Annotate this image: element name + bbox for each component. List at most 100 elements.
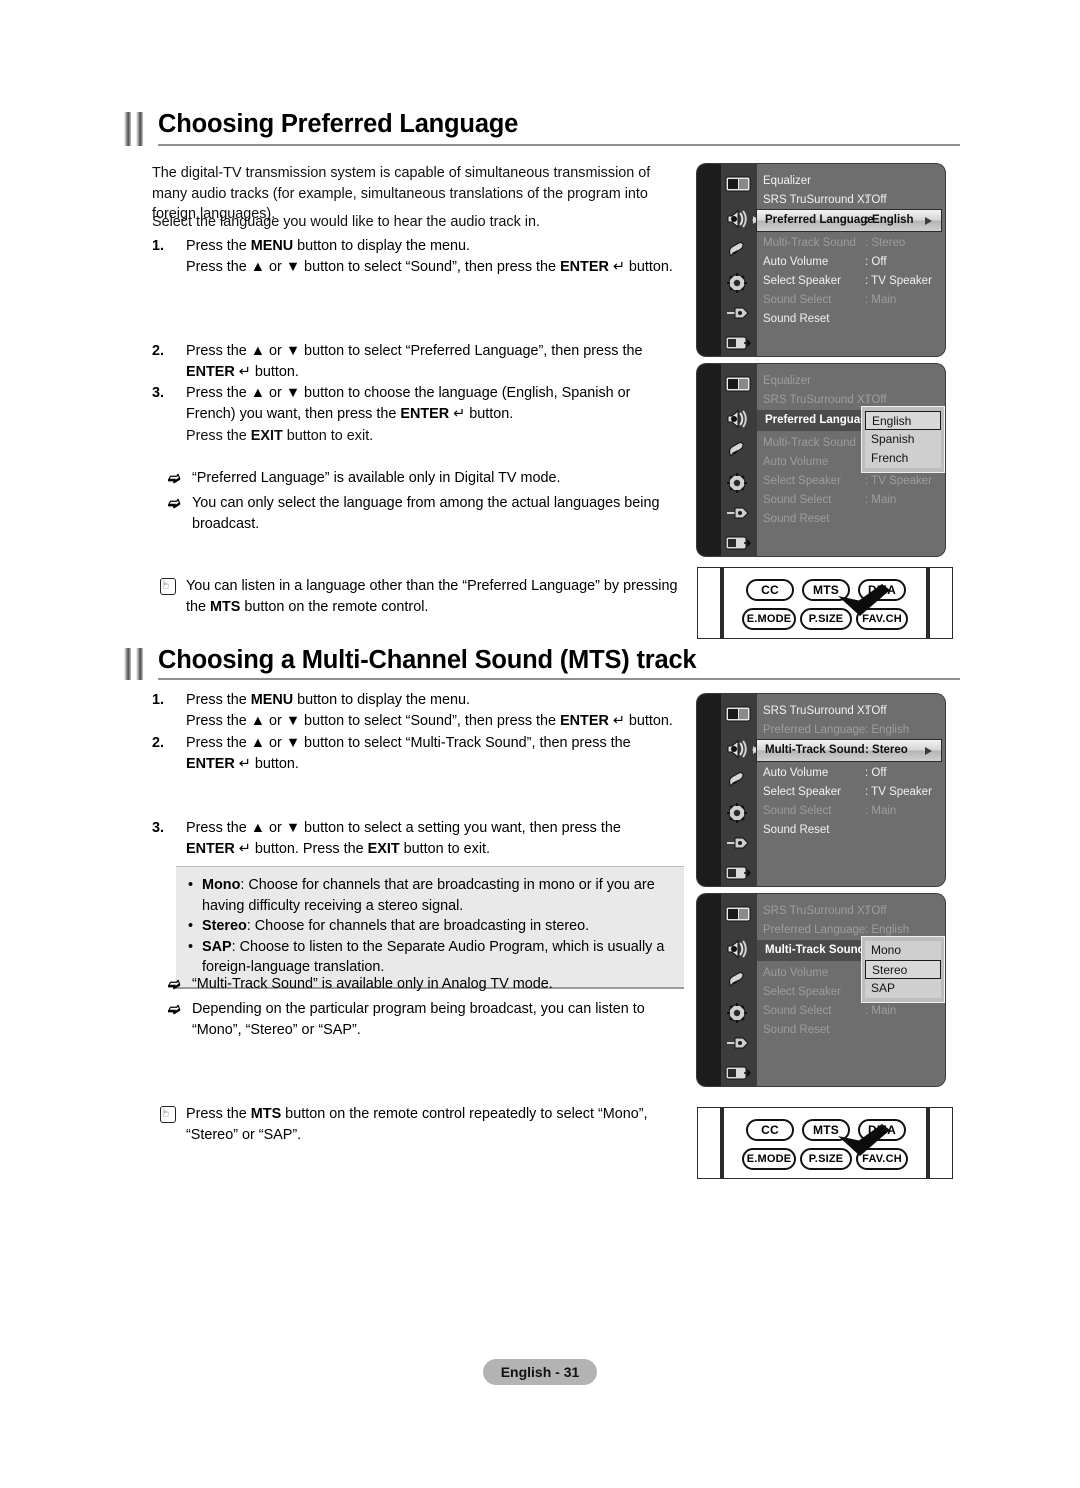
step-3-exit-line: Press the EXIT button to exit. [186,428,374,444]
language-dropdown[interactable]: English Spanish French [861,406,945,473]
osd-row[interactable]: Auto Volume : Off [757,253,945,271]
picture-icon[interactable] [725,176,753,198]
osd-row[interactable]: Equalizer [757,172,945,190]
remote-button-emode[interactable]: E.MODE [742,1148,796,1170]
osd-row[interactable]: Select Speaker : TV Speaker [757,272,945,290]
step-text: Press the ▲ or ▼ button to select “Prefe… [186,343,643,380]
step-number: 1. [152,692,165,708]
osd-rail: Sound [697,694,721,886]
remote-button-cc[interactable]: CC [746,1119,794,1141]
note-section2-2: ➫ Depending on the particular program be… [168,1001,645,1038]
dropdown-option-spanish[interactable]: Spanish [865,430,941,449]
media-icon[interactable] [725,334,753,356]
osd-row-selected[interactable]: Preferred Language : English [752,210,941,231]
step-2-section2: 2. Press the ▲ or ▼ button to select “Mu… [152,733,652,774]
dropdown-option-stereo[interactable]: Stereo [865,960,941,979]
section-heading-mts-track: Choosing a Multi-Channel Sound (MTS) tra… [122,646,960,680]
note-arrow-icon: ➫ [168,1001,181,1018]
tip-section1: You can listen in a language other than … [160,576,692,617]
sound-icon[interactable] [725,408,753,430]
osd-row[interactable]: Sound Reset [757,821,945,839]
osd-panel-preferred-language: Sound Equalizer [697,164,945,356]
step-1-section2: 1. Press the MENU button to display the … [152,690,722,731]
option-mono: • Mono: Choose for channels that are bro… [188,877,655,914]
note-hand-icon [160,578,176,595]
option-sap: • SAP: Choose to listen to the Separate … [188,938,665,976]
osd-row[interactable]: SRS TruSurround XT : Off [757,191,945,209]
step-3-section2: 3. Press the ▲ or ▼ button to select a s… [152,818,652,859]
setup-icon[interactable] [725,1002,753,1024]
heading-accent-bars [122,112,148,146]
osd-rows: Equalizer SRS TruSurround XT : Off Prefe… [752,164,945,356]
media-icon[interactable] [725,864,753,886]
picture-icon[interactable] [725,706,753,728]
osd-row: Multi-Track Sound : Stereo [763,237,906,249]
remote-edge-left [720,1108,724,1178]
sound-icon[interactable] [725,208,758,230]
channel-icon[interactable] [725,770,753,792]
input-icon[interactable] [725,834,753,856]
media-icon[interactable] [725,534,753,556]
step-3-section1: 3. Press the ▲ or ▼ button to choose the… [152,383,652,424]
step-number: 3. [152,820,165,836]
dropdown-option-english[interactable]: English [865,411,941,430]
picture-icon[interactable] [725,376,753,398]
step-1-section1: 1. Press the MENU button to display the … [152,236,692,277]
note-section1-1: ➫ “Preferred Language” is available only… [168,468,688,489]
osd-rail: Sound [697,164,721,356]
media-icon[interactable] [725,1064,753,1086]
osd-panel-multi-track-sound: Sound SRS TruSurround XT [697,694,945,886]
osd-row: Sound Reset [763,1024,830,1036]
setup-icon[interactable] [725,272,753,294]
step-2-section1: 2. Press the ▲ or ▼ button to select “Pr… [152,341,662,382]
chevron-right-icon [925,746,932,755]
remote-button-cc[interactable]: CC [746,579,794,601]
osd-panel-language-dropdown: Sound Equalizer [697,364,945,556]
setup-icon[interactable] [725,472,753,494]
osd-row[interactable]: Sound Reset [757,310,945,328]
pointer-arrow-icon [838,1124,890,1156]
sound-icon[interactable] [725,738,758,760]
channel-icon[interactable] [725,970,753,992]
channel-icon[interactable] [725,440,753,462]
setup-icon[interactable] [725,802,753,824]
step-text: Press the MENU button to display the men… [186,238,673,275]
osd-rail: Sound [697,894,721,1086]
dropdown-option-mono[interactable]: Mono [865,941,941,960]
input-icon[interactable] [725,304,753,326]
heading-rule [158,678,960,680]
osd-row[interactable]: SRS TruSurround XT : Off [757,702,945,720]
option-stereo: • Stereo: Choose for channels that are b… [188,916,674,937]
remote-edge-left [720,568,724,638]
osd-rail: Sound [697,364,721,556]
step-number: 2. [152,343,165,359]
dropdown-option-french[interactable]: French [865,449,941,468]
page-title: Choosing Preferred Language [158,110,519,138]
step-number: 1. [152,238,165,254]
channel-icon[interactable] [725,240,753,262]
picture-icon[interactable] [725,906,753,928]
remote-edge-right [926,568,930,638]
sound-icon[interactable] [725,938,753,960]
remote-button-emode[interactable]: E.MODE [742,608,796,630]
osd-rows: SRS TruSurround XT : Off Preferred Langu… [752,694,945,886]
page-footer: English - 31 [483,1359,597,1385]
note-section2-1: ➫ “Multi-Track Sound” is available only … [168,974,688,995]
selection-cue-icon [752,747,756,753]
osd-row: Select Speaker : TV Speaker [763,475,932,487]
osd-rows: SRS TruSurround XT : Off Preferred Langu… [757,894,945,1086]
osd-rows: Equalizer SRS TruSurround XT : Off Prefe… [757,364,945,556]
bullet-icon: • [188,877,194,893]
step-number: 2. [152,735,165,751]
mts-dropdown[interactable]: Mono Stereo SAP [861,936,945,1003]
osd-row-selected[interactable]: Multi-Track Sound : Stereo [752,740,941,761]
note-hand-icon [160,1106,176,1123]
osd-row[interactable]: Select Speaker : TV Speaker [757,783,945,801]
osd-icon-column [721,364,757,556]
osd-row[interactable]: Auto Volume : Off [757,764,945,782]
dropdown-option-sap[interactable]: SAP [865,979,941,998]
osd-panel-mts-dropdown: Sound SRS TruSurround XT [697,894,945,1086]
section-heading-preferred-language: Choosing Preferred Language [122,110,960,146]
input-icon[interactable] [725,504,753,526]
input-icon[interactable] [725,1034,753,1056]
